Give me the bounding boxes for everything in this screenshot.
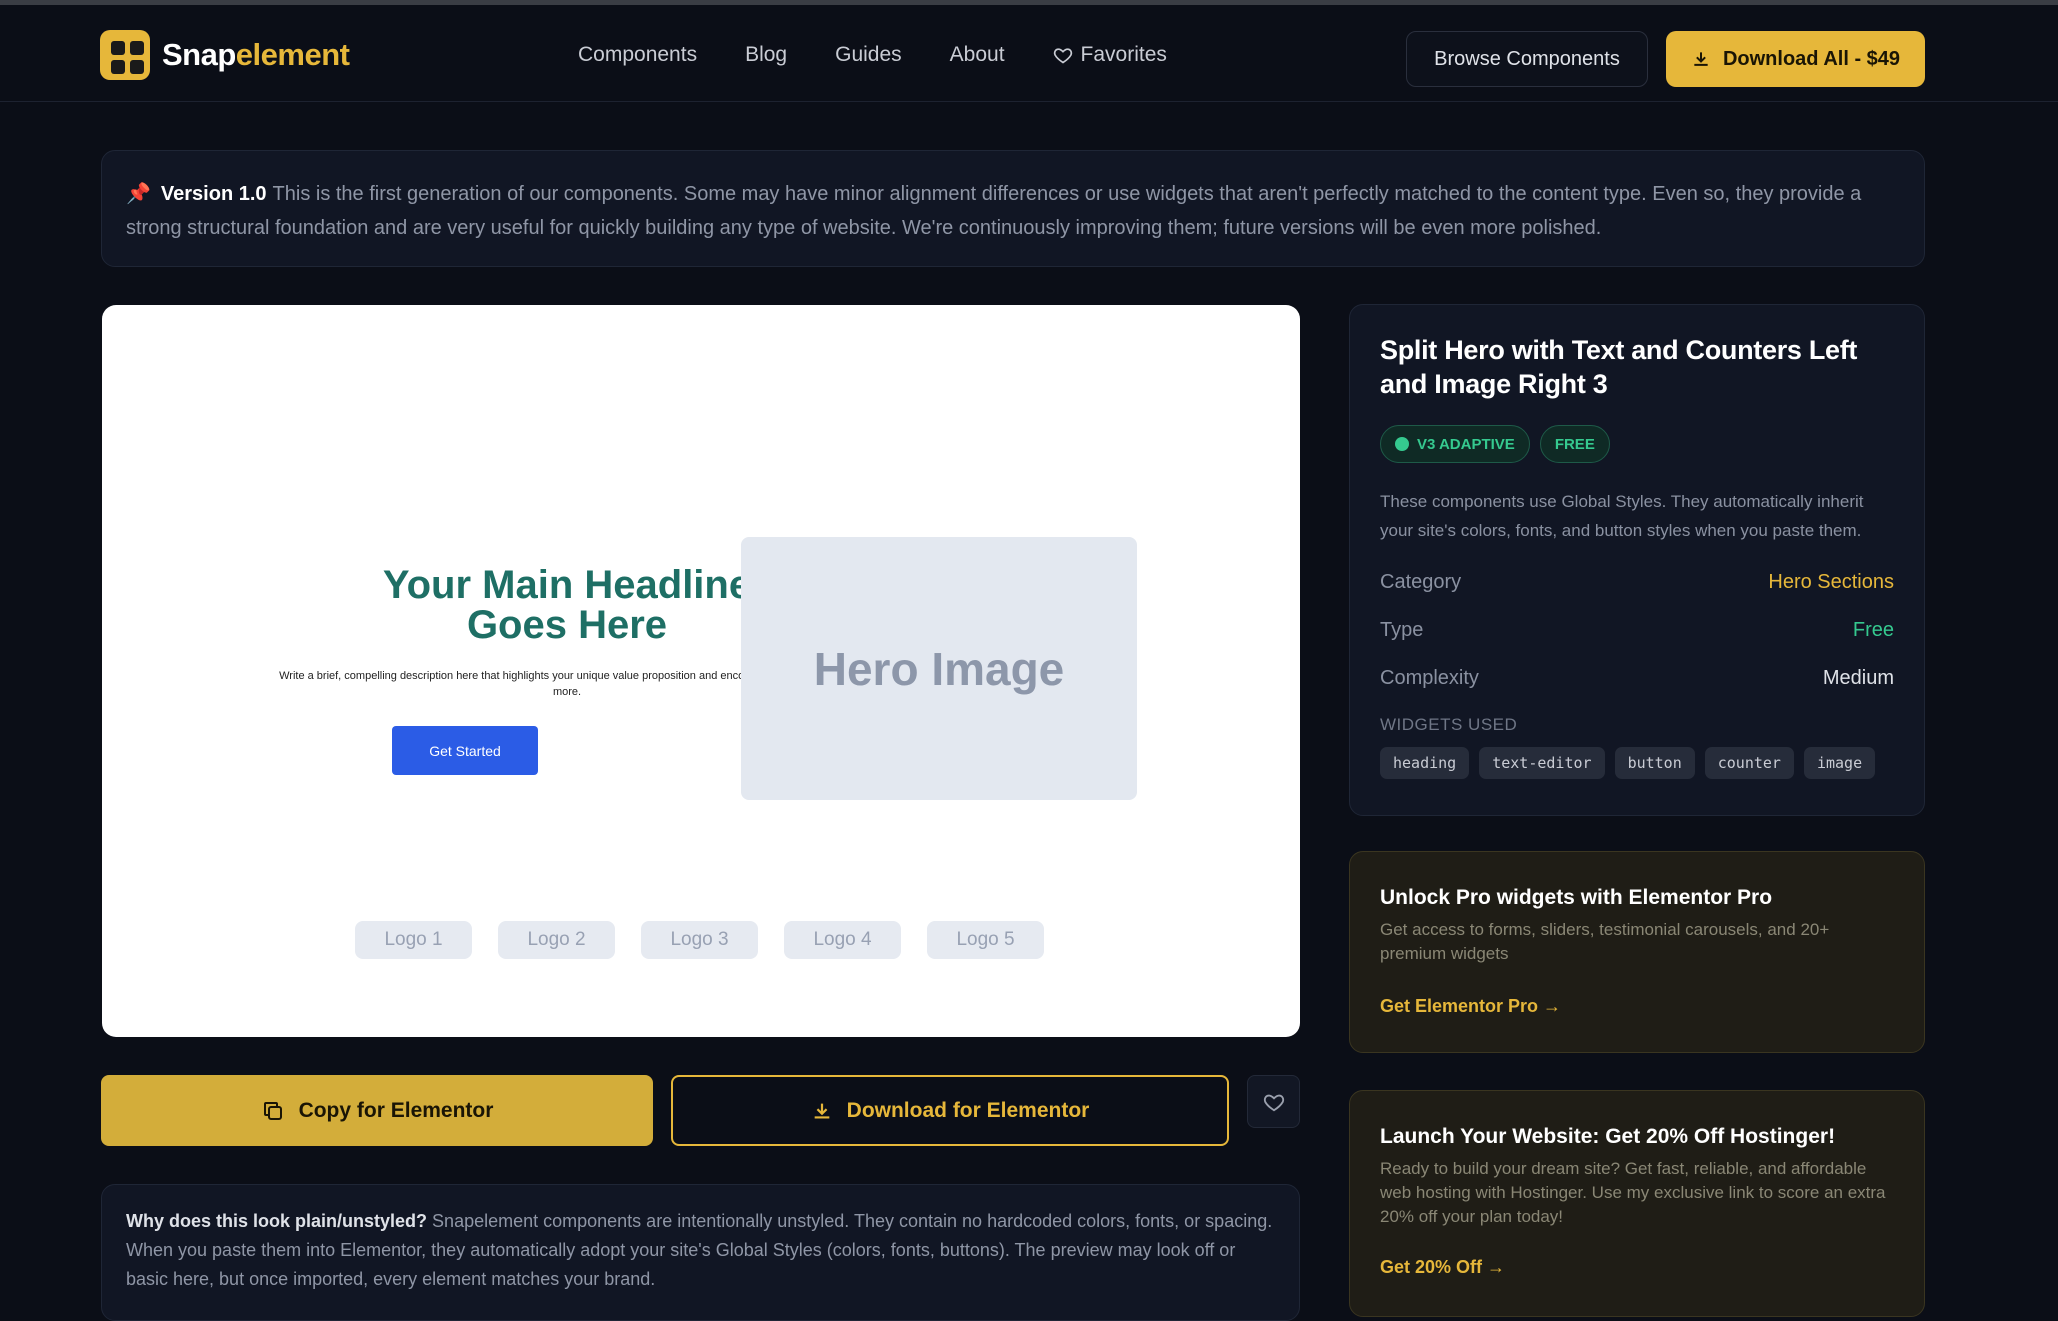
get-elementor-pro-link[interactable]: Get Elementor Pro →	[1380, 996, 1561, 1017]
complexity-label: Complexity	[1380, 666, 1479, 689]
type-value: Free	[1852, 618, 1894, 641]
notice-text: This is the first generation of our comp…	[126, 183, 1862, 239]
nav-guides[interactable]: Guides	[835, 43, 902, 67]
unstyled-explanation: Why does this look plain/unstyled? Snape…	[101, 1184, 1300, 1321]
widget-tag: heading	[1380, 747, 1470, 779]
notice-version: Version 1.0	[160, 183, 267, 205]
nav-about[interactable]: About	[950, 43, 1005, 67]
download-for-elementor-label: Download for Elementor	[846, 1098, 1090, 1122]
component-description: These components use Global Styles. They…	[1380, 492, 1864, 540]
get-20-off-link[interactable]: Get 20% Off →	[1380, 1257, 1505, 1278]
category-row: Category Hero Sections	[1380, 567, 1894, 597]
badge-label: FREE	[1554, 435, 1595, 453]
logo-text-part1: Snap	[162, 37, 236, 72]
download-icon	[1694, 52, 1708, 66]
preview-logo: Logo 5	[927, 921, 1044, 959]
free-badge: FREE	[1539, 425, 1610, 463]
v3-adaptive-badge: V3 ADAPTIVE	[1380, 425, 1530, 463]
logo-text: Snapelement	[162, 37, 350, 73]
favorite-button[interactable]	[1247, 1075, 1300, 1128]
complexity-value: Medium	[1822, 666, 1894, 689]
preview-logo: Logo 1	[355, 921, 472, 959]
elementor-pro-promo: Unlock Pro widgets with Elementor Pro Ge…	[1349, 851, 1925, 1053]
nav-blog[interactable]: Blog	[745, 43, 787, 67]
nav-about-label: About	[949, 43, 1005, 66]
preview-hero-image: Hero Image	[741, 537, 1137, 800]
category-value[interactable]: Hero Sections	[1768, 571, 1894, 594]
nav-guides-label: Guides	[835, 43, 902, 66]
copy-for-elementor-button[interactable]: Copy for Elementor	[101, 1075, 653, 1146]
logo-grid-icon	[100, 30, 150, 80]
logo-text-part2: element	[235, 37, 350, 72]
preview-logo-row: Logo 1 Logo 2 Logo 3 Logo 4 Logo 5	[355, 921, 1070, 959]
nav-components[interactable]: Components	[578, 43, 697, 67]
badge-label: V3 ADAPTIVE	[1417, 435, 1515, 453]
main-nav: Components Blog Guides About Favorites	[578, 43, 1215, 67]
version-notice: 📌 Version 1.0 This is the first generation…	[101, 150, 1925, 267]
preview-get-started-button: Get Started	[392, 726, 538, 775]
widget-tag: text-editor	[1479, 747, 1605, 779]
nav-components-label: Components	[578, 43, 698, 66]
widget-tag: button	[1614, 747, 1695, 779]
promo-title: Launch Your Website: Get 20% Off Hosting…	[1380, 1125, 1836, 1148]
copy-icon	[263, 1101, 282, 1120]
download-all-label: Download All - $49	[1722, 47, 1901, 70]
component-title: Split Hero with Text and Counters Left a…	[1380, 335, 1858, 399]
site-header: Snapelement Components Blog Guides About…	[0, 5, 2058, 102]
nav-blog-label: Blog	[745, 43, 788, 66]
why-question: Why does this look plain/unstyled?	[126, 1211, 428, 1231]
promo-text: Get access to forms, sliders, testimonia…	[1380, 920, 1830, 963]
type-row: Type Free	[1380, 615, 1894, 645]
widget-tags: heading text-editor button counter image	[1380, 747, 1894, 779]
browse-components-label: Browse Components	[1434, 47, 1620, 70]
type-label: Type	[1380, 618, 1424, 641]
nav-favorites-label: Favorites	[1080, 43, 1167, 66]
hostinger-promo: Launch Your Website: Get 20% Off Hosting…	[1349, 1090, 1925, 1317]
preview-logo: Logo 3	[641, 921, 758, 959]
promo-title: Unlock Pro widgets with Elementor Pro	[1380, 886, 1773, 909]
copy-for-elementor-label: Copy for Elementor	[298, 1098, 494, 1122]
pin-icon: 📌	[126, 183, 151, 205]
widgets-used-label: WIDGETS USED	[1380, 715, 1518, 734]
component-details-card: Split Hero with Text and Counters Left a…	[1349, 304, 1925, 816]
category-label: Category	[1380, 570, 1462, 593]
download-icon	[814, 1103, 829, 1119]
widget-tag: image	[1803, 747, 1876, 779]
preview-logo: Logo 4	[784, 921, 901, 959]
heart-icon	[1263, 1094, 1284, 1111]
widget-tag: counter	[1704, 747, 1794, 779]
component-preview: Your Main Headline Goes Here Write a bri…	[102, 305, 1300, 1037]
preview-headline: Your Main Headline Goes Here	[382, 563, 752, 647]
heart-icon	[1053, 48, 1072, 64]
download-all-button[interactable]: Download All - $49	[1666, 31, 1925, 87]
complexity-row: Complexity Medium	[1380, 663, 1894, 693]
browse-components-button[interactable]: Browse Components	[1406, 31, 1648, 87]
download-for-elementor-button[interactable]: Download for Elementor	[671, 1075, 1229, 1146]
component-badges: V3 ADAPTIVE FREE	[1380, 425, 1894, 463]
status-dot-icon	[1395, 437, 1409, 451]
site-logo[interactable]: Snapelement	[100, 30, 350, 80]
nav-favorites[interactable]: Favorites	[1053, 43, 1167, 67]
promo-text: Ready to build your dream site? Get fast…	[1380, 1159, 1886, 1226]
preview-logo: Logo 2	[498, 921, 615, 959]
